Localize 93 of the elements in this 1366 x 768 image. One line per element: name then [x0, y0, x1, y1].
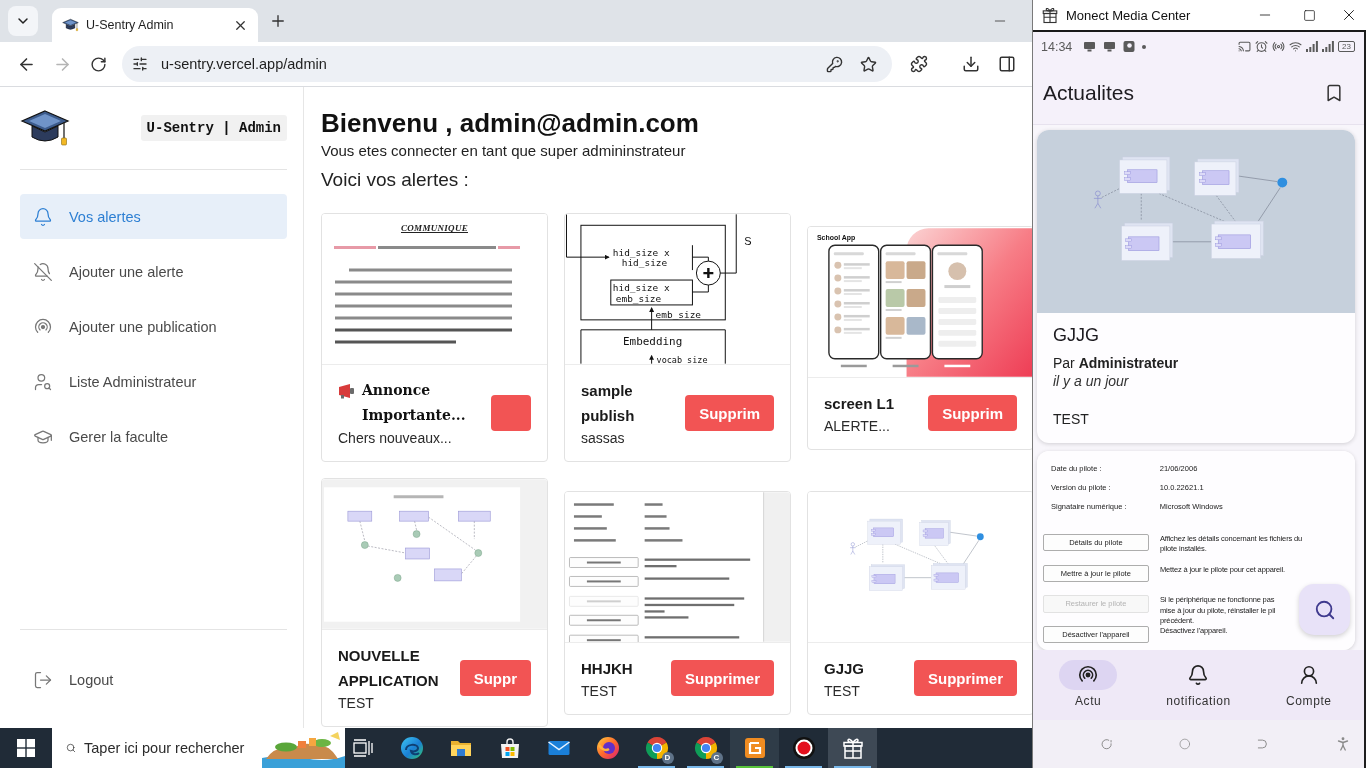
notification-dot-icon — [1142, 44, 1147, 49]
nav-tab[interactable]: notification — [1166, 650, 1231, 708]
battery-indicator: 23 — [1338, 41, 1355, 52]
browser-tab[interactable]: U-Sentry Admin — [52, 8, 258, 42]
output-line — [719, 214, 737, 274]
maximize-icon[interactable] — [1303, 8, 1316, 22]
diagram-label: hid_size x — [612, 282, 670, 293]
side-panel-icon[interactable] — [998, 55, 1016, 73]
active-app-button[interactable] — [828, 728, 877, 768]
logout-button[interactable]: Logout — [20, 657, 287, 702]
diagram-label: vocab_size — [656, 354, 708, 364]
reload-icon[interactable] — [89, 55, 107, 73]
puzzle-icon[interactable] — [910, 55, 928, 73]
megaphone-icon — [338, 383, 356, 399]
nav-tab[interactable]: Compte — [1279, 650, 1338, 708]
star-icon[interactable] — [860, 55, 877, 73]
diagram-label: hid_size x — [612, 247, 670, 259]
browser-icon[interactable] — [399, 736, 424, 760]
browser-icon[interactable] — [644, 736, 669, 760]
alert-title: NOUVELLE APPLICATION — [338, 646, 440, 691]
record-icon[interactable] — [791, 736, 816, 760]
gift-icon — [1041, 6, 1059, 24]
window-title: Monect Media Center — [1066, 7, 1191, 23]
tab-search-button[interactable] — [8, 6, 38, 36]
user-search-icon — [33, 371, 53, 392]
alert-description: Chers nouveaux... — [338, 429, 452, 448]
alert-title: HHJKH — [581, 658, 633, 679]
signal-icon — [1306, 41, 1319, 52]
logout-icon — [33, 669, 53, 690]
alert-title: sample publish — [581, 381, 636, 426]
nav-tab[interactable]: Actu — [1059, 650, 1118, 708]
start-icon[interactable] — [17, 739, 35, 757]
welcome-heading: Bienvenu , admin@admin.com — [321, 107, 699, 139]
post-text: TEST — [1053, 410, 1089, 428]
alert-description: ALERTE... — [824, 416, 890, 436]
alert-description: sassas — [581, 429, 625, 448]
document-heading: COMMUNIQUE — [401, 222, 468, 234]
alert-description: TEST — [338, 694, 374, 713]
sidebar-item[interactable]: Gerer la faculte — [20, 414, 287, 459]
graduation-cap-logo — [20, 108, 70, 148]
task-view-icon[interactable] — [352, 739, 373, 757]
alert-description: TEST — [824, 681, 860, 701]
bell-off-icon — [33, 261, 53, 282]
search-icon — [1313, 598, 1336, 621]
alert-description: TEST — [581, 681, 617, 701]
monitor-icon — [1083, 40, 1097, 53]
url-text: u-sentry.vercel.app/admin — [161, 56, 327, 72]
sliders-icon[interactable] — [132, 56, 148, 72]
bookmark-icon[interactable] — [1324, 82, 1344, 103]
connector-line — [691, 244, 709, 271]
monitor-icon — [1103, 40, 1117, 53]
browser-icon[interactable] — [693, 736, 718, 760]
diagram-label: emb_size — [655, 308, 702, 320]
alert-title: Annonce Importante... — [362, 381, 467, 425]
connector-line — [691, 284, 709, 293]
section-title: Voici vos alertes : — [321, 168, 469, 192]
status-time: 14:34 — [1041, 39, 1073, 54]
wifi-icon — [1289, 40, 1303, 53]
sidebar-item[interactable]: Vos alertes — [20, 194, 287, 239]
diagram-label: S — [744, 235, 752, 248]
address-bar[interactable]: u-sentry.vercel.app/admin — [122, 46, 892, 82]
post-time: il y a un jour — [1053, 372, 1129, 390]
cast-icon — [1238, 40, 1252, 53]
bell-icon — [33, 206, 53, 227]
hotspot-icon — [1272, 40, 1286, 53]
app-title: Actualites — [1043, 80, 1135, 105]
highlighted-app-button[interactable] — [730, 728, 779, 768]
alert-title: screen L1 — [824, 393, 895, 414]
bell-icon — [1187, 664, 1210, 686]
diagram-label: Embedding — [623, 334, 683, 348]
gift-icon[interactable] — [840, 736, 865, 760]
key-icon[interactable] — [826, 55, 843, 73]
new-tab-icon[interactable] — [269, 12, 287, 30]
alarm-icon — [1255, 40, 1269, 53]
download-icon[interactable] — [962, 55, 980, 73]
signal-icon — [1322, 41, 1335, 52]
search-button[interactable] — [1299, 584, 1350, 635]
app-icon[interactable] — [742, 736, 767, 760]
search-input[interactable]: Taper ici pour rechercher — [84, 740, 254, 756]
sidebar-item[interactable]: Ajouter une publication — [20, 304, 287, 349]
diagram-label: hid_size — [621, 257, 668, 269]
sum-node — [695, 260, 721, 286]
graduation-cap-icon — [62, 18, 79, 32]
post-author: Par Administrateur — [1053, 354, 1179, 372]
brand-label: U-Sentry | Admin — [140, 115, 287, 141]
role-text: Vous etes connecter en tant que super admininstrateur — [321, 141, 686, 161]
post-title: GJJG — [1053, 324, 1099, 346]
app-notification-icon — [1123, 40, 1136, 53]
alert-title: GJJG — [824, 658, 865, 679]
sidebar-item[interactable]: Liste Administrateur — [20, 359, 287, 404]
browser-icon[interactable] — [595, 736, 620, 760]
diagram-label: emb_size — [615, 292, 662, 304]
sidebar-item[interactable]: Ajouter une alerte — [20, 249, 287, 294]
